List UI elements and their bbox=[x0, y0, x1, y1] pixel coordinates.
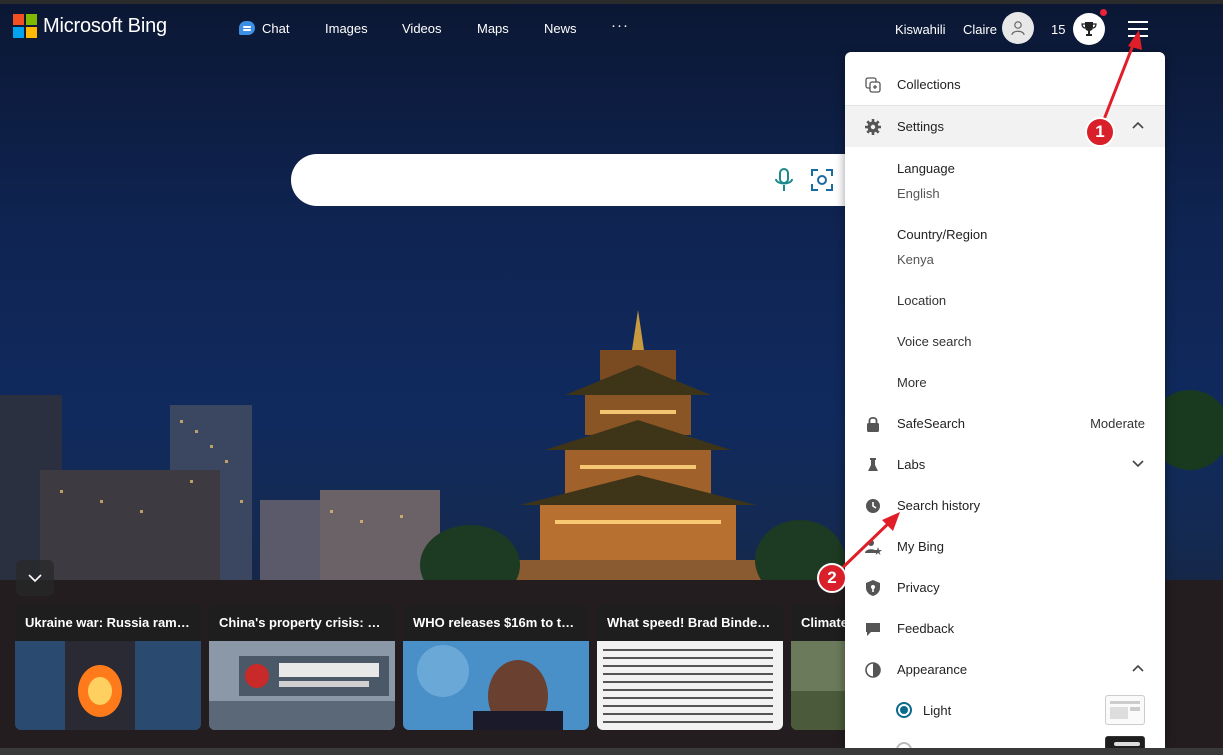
menu-item-settings[interactable]: Settings bbox=[845, 106, 1165, 147]
news-card[interactable]: China's property crisis: Ever... bbox=[209, 605, 395, 730]
bing-logo[interactable]: Microsoft Bing bbox=[13, 14, 167, 38]
window-top-edge bbox=[0, 0, 1223, 4]
news-card[interactable]: What speed! Brad Binder le... bbox=[597, 605, 783, 730]
lock-icon bbox=[864, 415, 882, 433]
settings-location[interactable]: Location bbox=[897, 293, 946, 308]
search-input[interactable] bbox=[315, 168, 755, 192]
chevron-up-icon bbox=[1132, 664, 1144, 672]
news-card-image bbox=[15, 641, 201, 730]
language-value: English bbox=[897, 186, 940, 201]
menu-item-search-history[interactable]: Search history bbox=[845, 485, 1165, 526]
news-card[interactable]: WHO releases $16m to tac... bbox=[403, 605, 589, 730]
feedback-icon bbox=[864, 620, 882, 638]
news-card-image bbox=[597, 641, 783, 730]
nav-maps[interactable]: Maps bbox=[477, 21, 509, 36]
menu-item-privacy[interactable]: Privacy bbox=[845, 567, 1165, 608]
notification-dot bbox=[1100, 9, 1107, 16]
search-box bbox=[291, 154, 891, 206]
menu-item-label: SafeSearch bbox=[897, 416, 965, 431]
safesearch-value: Moderate bbox=[1090, 416, 1145, 431]
user-icon bbox=[1011, 21, 1025, 36]
shield-icon bbox=[864, 579, 882, 597]
menu-item-appearance[interactable]: Appearance bbox=[845, 649, 1165, 690]
avatar[interactable] bbox=[1002, 12, 1034, 44]
settings-menu: Collections Settings Language English Co… bbox=[845, 52, 1165, 748]
microphone-icon[interactable] bbox=[773, 167, 795, 193]
news-card-title: WHO releases $16m to tac... bbox=[403, 605, 589, 641]
collapse-feed-button[interactable] bbox=[16, 560, 54, 596]
nav-news[interactable]: News bbox=[544, 21, 577, 36]
visual-search-icon[interactable] bbox=[809, 167, 835, 193]
rewards-button[interactable] bbox=[1073, 13, 1105, 45]
rewards-points[interactable]: 15 bbox=[1051, 22, 1065, 37]
clock-icon bbox=[864, 497, 882, 515]
appearance-light-radio[interactable] bbox=[896, 702, 912, 718]
language-label: Language bbox=[897, 161, 955, 176]
news-card-image bbox=[209, 641, 395, 730]
hamburger-menu-button[interactable] bbox=[1128, 21, 1150, 37]
appearance-icon bbox=[864, 661, 882, 679]
flask-icon bbox=[864, 456, 882, 474]
menu-item-label: Search history bbox=[897, 498, 981, 513]
chevron-down-icon bbox=[1132, 460, 1144, 468]
nav-chat-label: Chat bbox=[262, 21, 290, 36]
news-card-title: Ukraine war: Russia ramps up... bbox=[15, 605, 201, 641]
menu-item-safesearch[interactable]: SafeSearch Moderate bbox=[845, 403, 1165, 444]
news-card-title: China's property crisis: Ever... bbox=[209, 605, 395, 641]
news-card[interactable]: Ukraine war: Russia ramps up... bbox=[15, 605, 201, 730]
settings-country[interactable]: Country/Region Kenya bbox=[897, 227, 987, 267]
trophy-icon bbox=[1081, 22, 1097, 36]
chevron-up-icon bbox=[1132, 121, 1144, 129]
collections-icon bbox=[864, 76, 882, 94]
dark-theme-thumbnail[interactable] bbox=[1105, 736, 1145, 748]
menu-item-label: My Bing bbox=[897, 539, 944, 554]
microsoft-logo-icon bbox=[13, 14, 37, 38]
menu-item-labs[interactable]: Labs bbox=[845, 444, 1165, 485]
news-card-image bbox=[791, 641, 845, 730]
person-star-icon bbox=[864, 538, 882, 556]
chat-bubble-icon bbox=[239, 21, 255, 35]
user-name[interactable]: Claire bbox=[963, 22, 997, 37]
light-theme-thumbnail[interactable] bbox=[1105, 695, 1145, 725]
brand-name: Microsoft Bing bbox=[43, 14, 167, 37]
news-card-title: Climate bbox=[791, 605, 845, 641]
menu-item-collections[interactable]: Collections bbox=[845, 64, 1165, 105]
chevron-down-icon bbox=[28, 574, 42, 583]
country-value: Kenya bbox=[897, 252, 934, 267]
news-card[interactable]: Climate bbox=[791, 605, 845, 730]
menu-item-label: Feedback bbox=[897, 621, 955, 636]
appearance-light-label: Light bbox=[923, 703, 952, 718]
settings-more[interactable]: More bbox=[897, 375, 927, 390]
nav-videos[interactable]: Videos bbox=[402, 21, 442, 36]
language-link[interactable]: Kiswahili bbox=[895, 22, 946, 37]
country-label: Country/Region bbox=[897, 227, 988, 242]
nav-images[interactable]: Images bbox=[325, 21, 368, 36]
gear-icon bbox=[864, 118, 882, 136]
settings-language[interactable]: Language English bbox=[897, 161, 955, 201]
nav-more[interactable]: ··· bbox=[611, 17, 629, 34]
news-card-title: What speed! Brad Binder le... bbox=[597, 605, 783, 641]
menu-item-label: Collections bbox=[897, 77, 961, 92]
menu-item-label: Appearance bbox=[897, 662, 968, 677]
news-carousel: Ukraine war: Russia ramps up... China's … bbox=[15, 605, 845, 730]
menu-item-feedback[interactable]: Feedback bbox=[845, 608, 1165, 649]
header: Microsoft Bing Chat Images Videos Maps N… bbox=[0, 6, 1223, 52]
window-bottom-edge bbox=[0, 748, 1223, 755]
menu-item-label: Privacy bbox=[897, 580, 940, 595]
menu-item-label: Labs bbox=[897, 457, 926, 472]
nav-chat[interactable]: Chat bbox=[239, 21, 289, 36]
menu-item-my-bing[interactable]: My Bing bbox=[845, 526, 1165, 567]
news-card-image bbox=[403, 641, 589, 730]
annotation-badge-1: 1 bbox=[1085, 117, 1115, 147]
settings-voice-search[interactable]: Voice search bbox=[897, 334, 971, 349]
annotation-badge-2: 2 bbox=[817, 563, 847, 593]
menu-item-label: Settings bbox=[897, 119, 944, 134]
